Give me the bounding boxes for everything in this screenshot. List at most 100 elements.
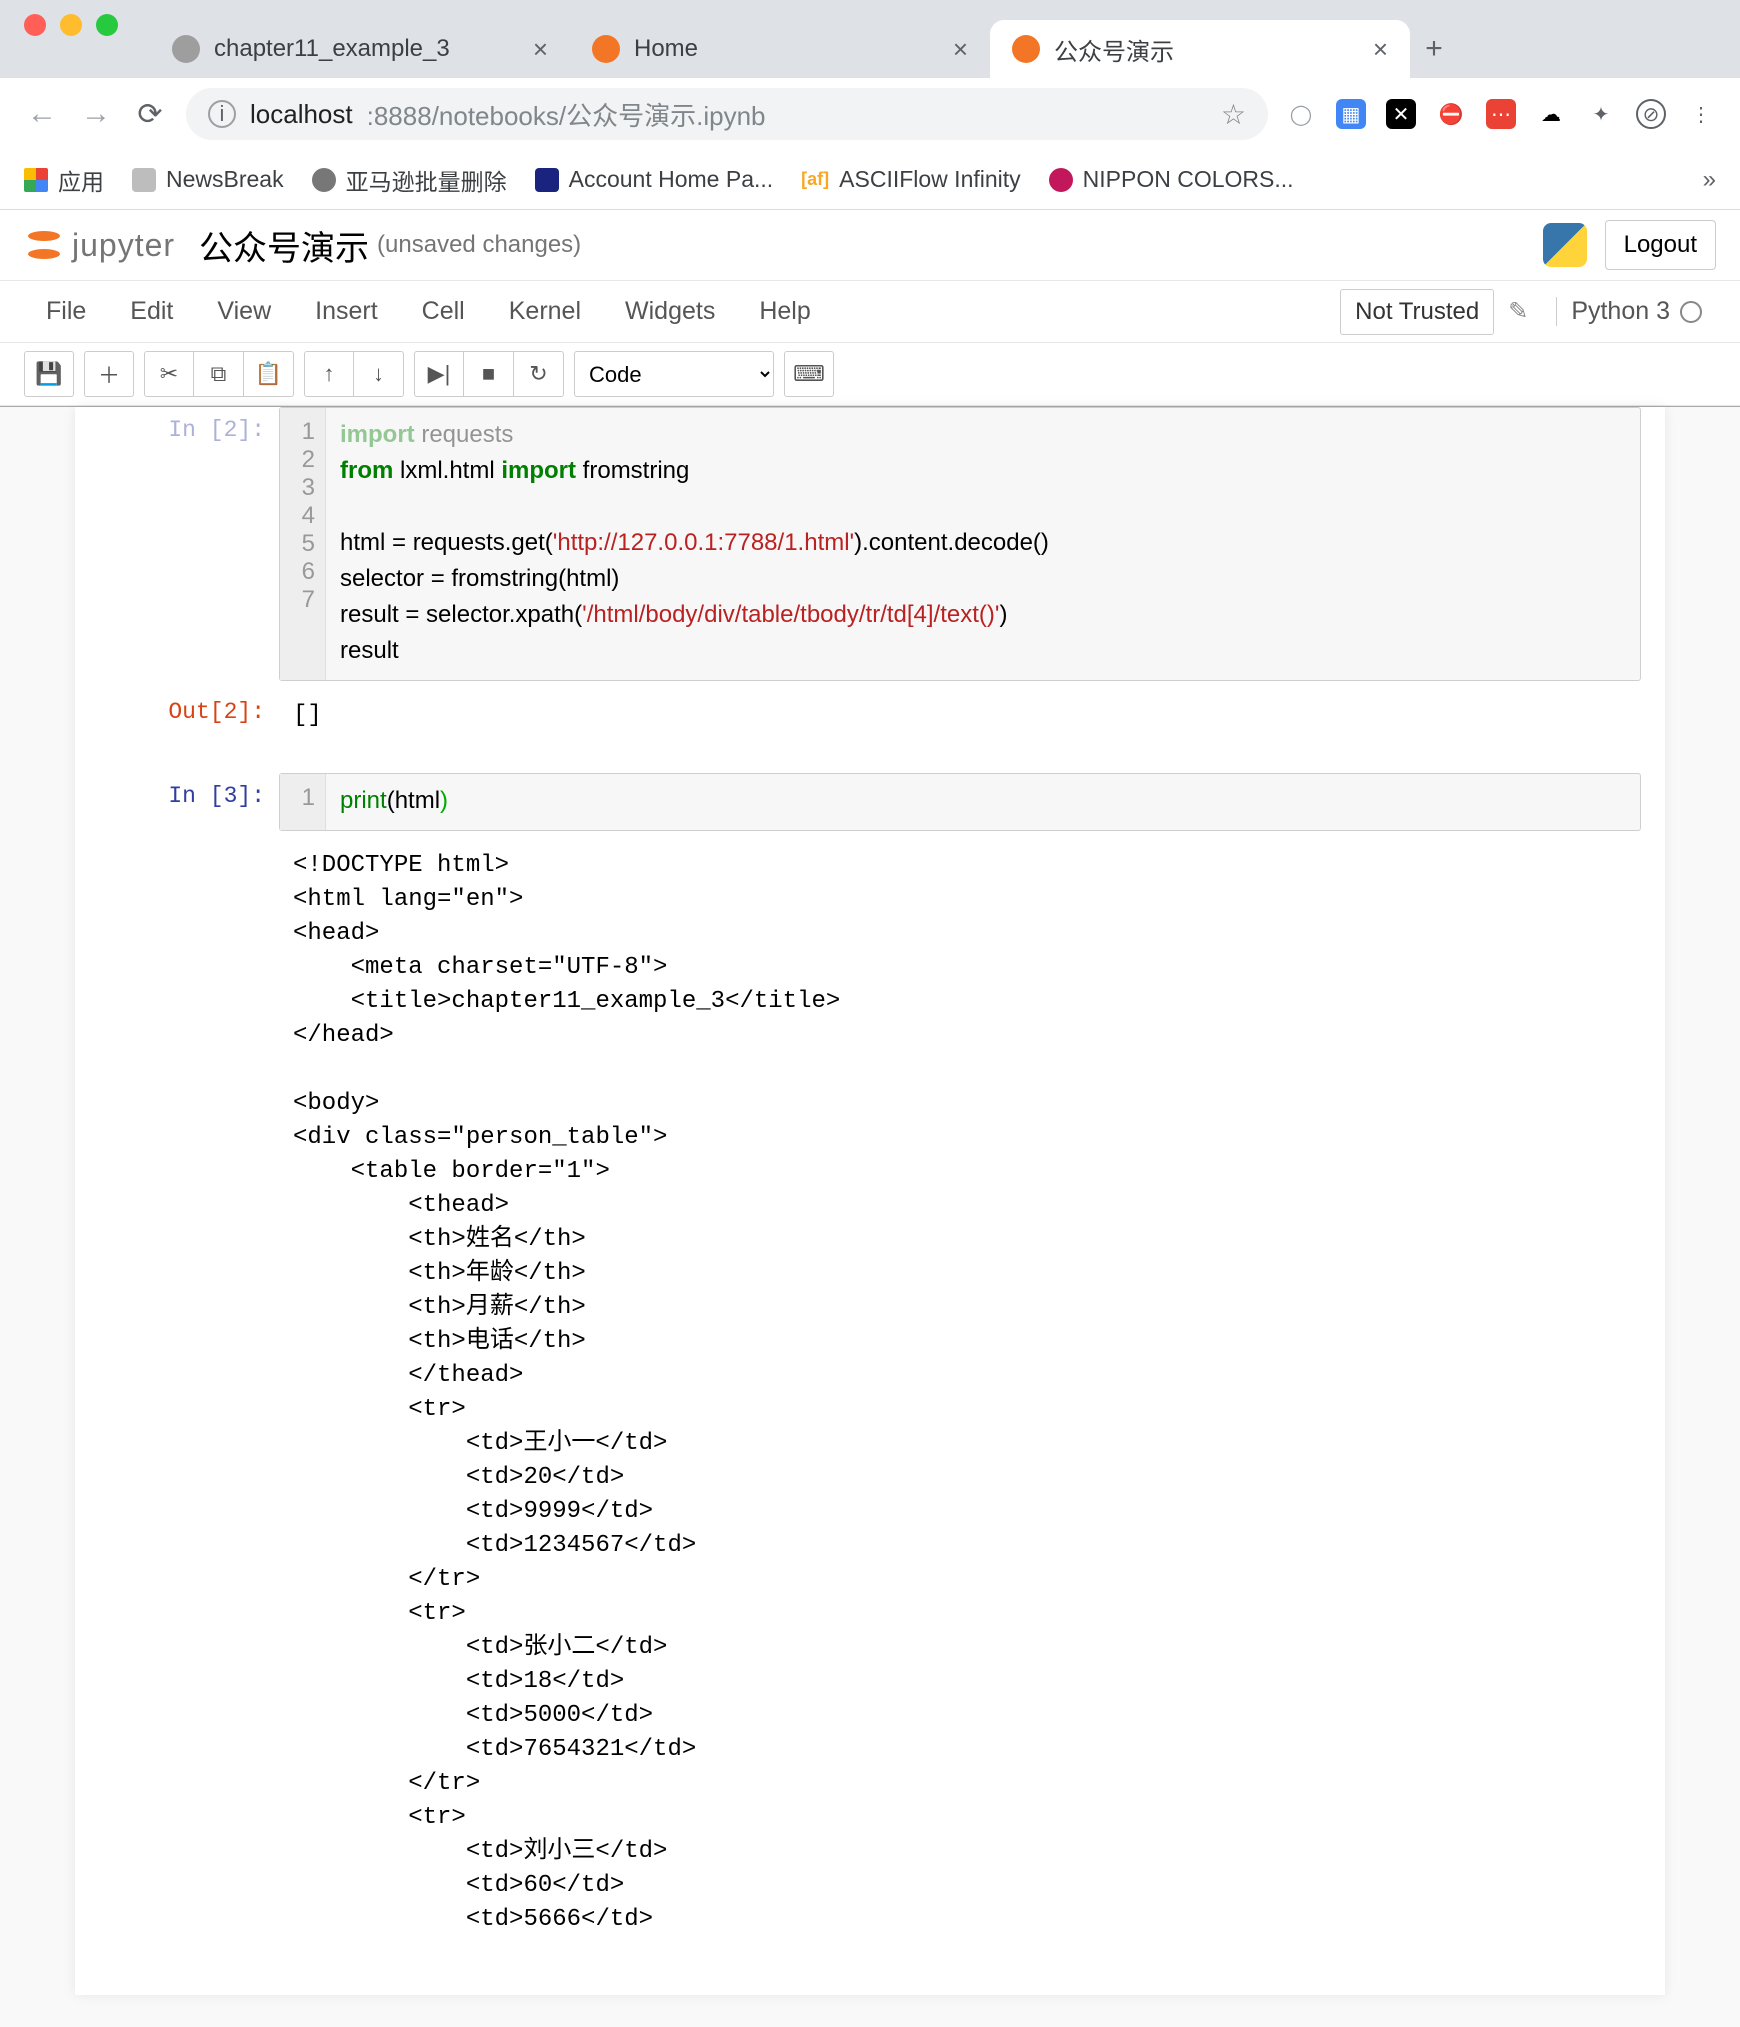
line-gutter: 1 — [280, 774, 326, 830]
new-tab-button[interactable]: + — [1410, 20, 1458, 78]
browser-toolbar: ← → ⟳ i localhost :8888/notebooks/公众号演示.i… — [0, 78, 1740, 150]
reload-button[interactable]: ⟳ — [132, 97, 168, 132]
notebook-title[interactable]: 公众号演示 — [199, 221, 369, 270]
notebook-header: jupyter 公众号演示 (unsaved changes) Logout — [0, 210, 1740, 280]
stdout-text: <!DOCTYPE html> <html lang="en"> <head> … — [279, 839, 1641, 1947]
output-value: [] — [279, 689, 1641, 743]
ext-icon-6[interactable]: ☁ — [1536, 99, 1566, 129]
logout-button[interactable]: Logout — [1605, 220, 1716, 270]
line-gutter: 1234567 — [280, 408, 326, 680]
close-tab-icon[interactable]: × — [1373, 34, 1388, 65]
code-cell-3[interactable]: In [3]: 1 print(html) — [99, 773, 1641, 831]
profile-icon[interactable]: ⊘ — [1636, 99, 1666, 129]
apps-grid-icon — [24, 168, 48, 192]
browser-menu-icon[interactable]: ⋮ — [1686, 99, 1716, 129]
move-up-button[interactable]: ↑ — [304, 351, 354, 397]
edit-metadata-icon[interactable]: ✎ — [1494, 297, 1542, 326]
move-down-button[interactable]: ↓ — [354, 351, 404, 397]
fullscreen-window-icon[interactable] — [96, 14, 118, 36]
output-prompt: Out[2]: — [99, 689, 279, 743]
tab-title: Home — [634, 35, 698, 63]
ext-icon-3[interactable]: ✕ — [1386, 99, 1416, 129]
af-icon: [af] — [801, 169, 829, 190]
trust-indicator[interactable]: Not Trusted — [1340, 289, 1494, 335]
menu-kernel[interactable]: Kernel — [487, 287, 603, 336]
minimize-window-icon[interactable] — [60, 14, 82, 36]
code-input-area[interactable]: 1234567 import requests from lxml.html i… — [279, 407, 1641, 681]
color-icon — [1049, 168, 1073, 192]
bookmark-nippon[interactable]: NIPPON COLORS... — [1049, 166, 1294, 193]
site-icon — [535, 168, 559, 192]
notebook-menubar: File Edit View Insert Cell Kernel Widget… — [0, 280, 1740, 343]
bookmark-account-home[interactable]: Account Home Pa... — [535, 166, 774, 193]
jupyter-icon — [592, 35, 620, 63]
copy-cell-button[interactable]: ⧉ — [194, 351, 244, 397]
notebook-toolbar: 💾 ＋ ✂ ⧉ 📋 ↑ ↓ ▶| ■ ↻ Code ⌨ — [0, 343, 1740, 406]
folder-icon — [132, 168, 156, 192]
command-palette-button[interactable]: ⌨ — [784, 351, 834, 397]
menu-insert[interactable]: Insert — [293, 287, 400, 336]
ext-icon-4[interactable]: ⛔ — [1436, 99, 1466, 129]
close-tab-icon[interactable]: × — [953, 34, 968, 65]
code-cell-2[interactable]: In [2]: 1234567 import requests from lxm… — [99, 407, 1641, 681]
site-info-icon[interactable]: i — [208, 100, 236, 128]
tab-chapter11[interactable]: chapter11_example_3 × — [150, 20, 570, 78]
tab-title: 公众号演示 — [1054, 32, 1174, 67]
restart-button[interactable]: ↻ — [514, 351, 564, 397]
notebook-save-status: (unsaved changes) — [377, 231, 581, 259]
bookmark-amazon-delete[interactable]: 亚马逊批量删除 — [312, 163, 507, 197]
menu-widgets[interactable]: Widgets — [603, 287, 737, 336]
python-logo-icon — [1543, 223, 1587, 267]
kernel-idle-icon — [1680, 301, 1702, 323]
menu-help[interactable]: Help — [737, 287, 832, 336]
window-controls — [0, 0, 142, 50]
menu-edit[interactable]: Edit — [108, 287, 195, 336]
bookmarks-bar: 应用 NewsBreak 亚马逊批量删除 Account Home Pa... … — [0, 150, 1740, 210]
insert-cell-button[interactable]: ＋ — [84, 351, 134, 397]
url-path: :8888/notebooks/公众号演示.ipynb — [367, 96, 766, 133]
ext-icon-2[interactable]: ▦ — [1336, 99, 1366, 129]
output-cell-3: <!DOCTYPE html> <html lang="en"> <head> … — [99, 839, 1641, 1947]
cell-type-select[interactable]: Code — [574, 351, 774, 397]
url-host: localhost — [250, 99, 353, 130]
output-prompt-empty — [99, 839, 279, 1947]
code-input-area[interactable]: 1 print(html) — [279, 773, 1641, 831]
bookmark-asciiflow[interactable]: [af]ASCIIFlow Infinity — [801, 166, 1021, 193]
code-content[interactable]: print(html) — [326, 774, 1640, 830]
forward-button: → — [78, 97, 114, 131]
code-content[interactable]: import requests from lxml.html import fr… — [326, 408, 1640, 680]
input-prompt: In [2]: — [99, 407, 279, 681]
globe-icon — [312, 168, 336, 192]
back-button[interactable]: ← — [24, 97, 60, 131]
close-window-icon[interactable] — [24, 14, 46, 36]
run-button[interactable]: ▶| — [414, 351, 464, 397]
menu-view[interactable]: View — [195, 287, 293, 336]
ext-icon-5[interactable]: ⋯ — [1486, 99, 1516, 129]
bookmarks-overflow-icon[interactable]: » — [1703, 166, 1716, 194]
browser-tabstrip: chapter11_example_3 × Home × 公众号演示 × + — [0, 0, 1740, 78]
output-cell-2: Out[2]: [] — [99, 689, 1641, 743]
bookmark-newsbreak[interactable]: NewsBreak — [132, 166, 284, 193]
address-bar[interactable]: i localhost :8888/notebooks/公众号演示.ipynb ☆ — [186, 88, 1268, 140]
apps-shortcut[interactable]: 应用 — [24, 163, 104, 197]
cut-cell-button[interactable]: ✂ — [144, 351, 194, 397]
interrupt-button[interactable]: ■ — [464, 351, 514, 397]
save-button[interactable]: 💾 — [24, 351, 74, 397]
menu-file[interactable]: File — [24, 287, 108, 336]
jupyter-mark-icon — [24, 225, 64, 265]
notebook-cells: In [2]: 1234567 import requests from lxm… — [75, 407, 1665, 1947]
tab-notebook[interactable]: 公众号演示 × — [990, 20, 1410, 78]
bookmark-star-icon[interactable]: ☆ — [1221, 98, 1246, 131]
tab-home[interactable]: Home × — [570, 20, 990, 78]
paste-cell-button[interactable]: 📋 — [244, 351, 294, 397]
tab-title: chapter11_example_3 — [214, 35, 450, 63]
ext-icon-1[interactable]: ◯ — [1286, 99, 1316, 129]
menu-cell[interactable]: Cell — [400, 287, 487, 336]
input-prompt: In [3]: — [99, 773, 279, 831]
close-tab-icon[interactable]: × — [533, 34, 548, 65]
extensions-area: ◯ ▦ ✕ ⛔ ⋯ ☁ ✦ ⊘ ⋮ — [1286, 99, 1716, 129]
jupyter-logo[interactable]: jupyter — [24, 225, 175, 265]
extensions-puzzle-icon[interactable]: ✦ — [1586, 99, 1616, 129]
kernel-name[interactable]: Python 3 — [1556, 297, 1716, 326]
globe-icon — [172, 35, 200, 63]
